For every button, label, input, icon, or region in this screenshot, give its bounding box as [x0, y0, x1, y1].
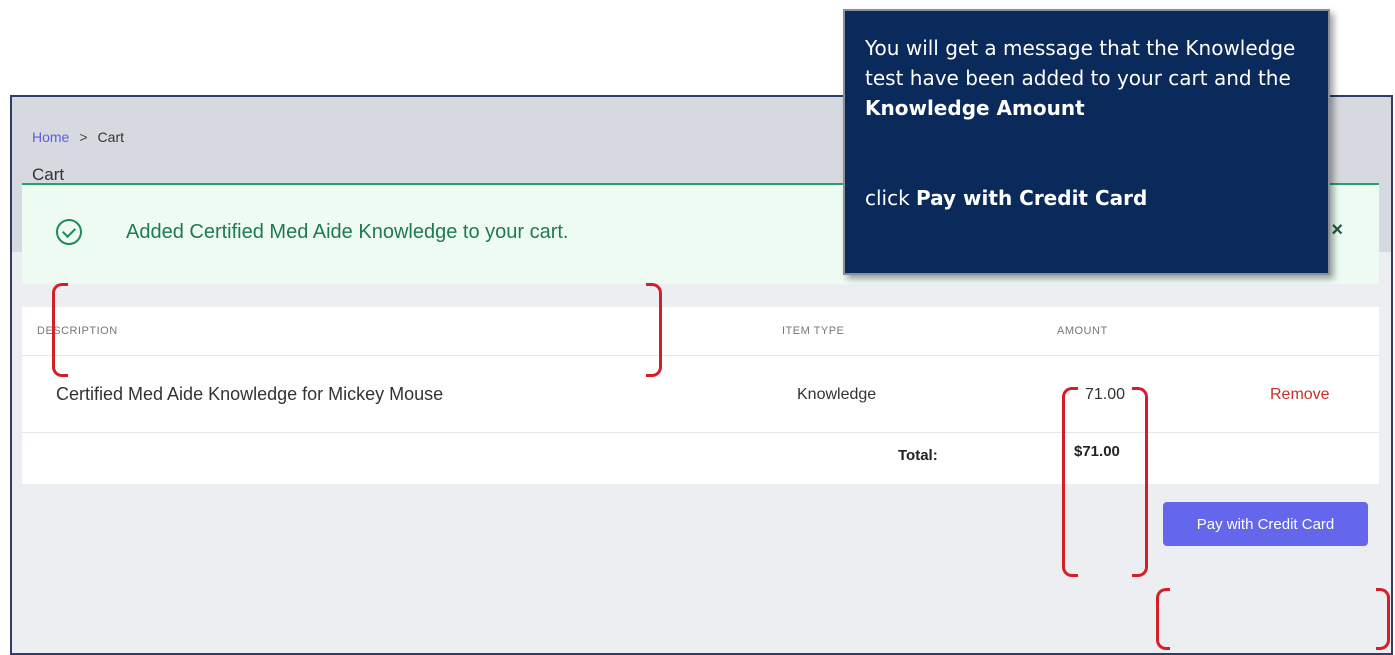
column-header-amount: AMOUNT	[1057, 325, 1108, 337]
row-description: Certified Med Aide Knowledge for Mickey …	[56, 384, 444, 404]
column-header-description: DESCRIPTION	[37, 325, 118, 337]
annotation-bracket-right	[646, 283, 662, 377]
row-item-type: Knowledge	[797, 386, 877, 403]
close-icon[interactable]: ×	[1331, 219, 1343, 242]
instruction-callout: You will get a message that the Knowledg…	[843, 9, 1330, 275]
annotation-bracket-left	[52, 283, 68, 377]
page-title: Cart	[32, 165, 65, 184]
annotation-bracket-right	[1376, 588, 1390, 650]
callout-line-1: You will get a message that the Knowledg…	[865, 36, 1296, 90]
callout-line-2: Knowledge Amount	[865, 96, 1085, 120]
alert-message: Added Certified Med Aide Knowledge to yo…	[126, 221, 569, 243]
callout-line-3: click Pay with Credit Card	[865, 186, 1148, 210]
total-amount: $71.00	[1074, 443, 1120, 460]
annotation-bracket-right	[1132, 387, 1148, 577]
remove-link[interactable]: Remove	[1270, 386, 1330, 404]
annotation-bracket-left	[1062, 387, 1078, 577]
column-header-item-type: ITEM TYPE	[782, 325, 845, 337]
breadcrumb-home-link[interactable]: Home	[32, 129, 69, 145]
total-label: Total:	[898, 447, 938, 464]
row-amount: 71.00	[1085, 386, 1126, 403]
breadcrumb: Home > Cart	[32, 129, 124, 145]
table-row: Certified Med Aide Knowledge for Mickey …	[22, 355, 1379, 433]
breadcrumb-separator: >	[79, 129, 88, 145]
pay-with-credit-card-button[interactable]: Pay with Credit Card	[1163, 502, 1368, 546]
breadcrumb-current: Cart	[97, 129, 124, 145]
annotation-bracket-left	[1156, 588, 1170, 650]
check-circle-icon	[56, 219, 82, 245]
cart-table: DESCRIPTION ITEM TYPE AMOUNT Certified M…	[22, 307, 1379, 484]
